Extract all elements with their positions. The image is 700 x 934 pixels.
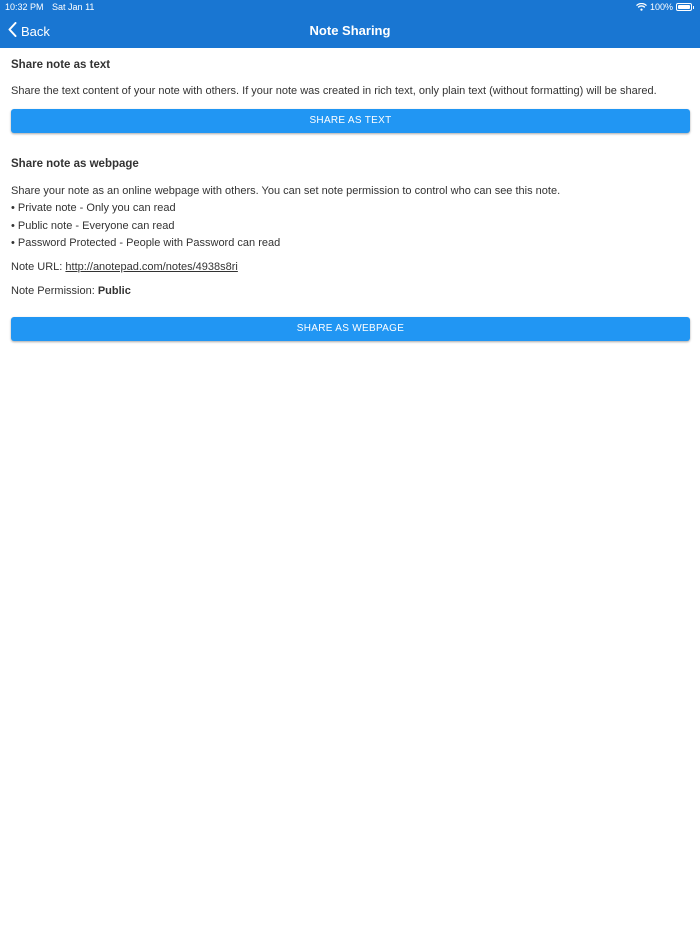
share-as-webpage-button[interactable]: SHARE AS WEBPAGE	[11, 317, 690, 341]
note-url-row: Note URL: http://anotepad.com/notes/4938…	[11, 261, 238, 273]
page-title: Note Sharing	[309, 23, 391, 38]
status-right: 100%	[636, 0, 694, 14]
note-permission-label: Note Permission:	[11, 285, 98, 297]
status-left: 10:32 PM Sat Jan 11	[5, 0, 100, 14]
battery-percent: 100%	[649, 2, 673, 12]
wifi-icon	[636, 3, 647, 11]
share-text-description: Share the text content of your note with…	[11, 85, 657, 97]
note-permission-row: Note Permission: Public	[11, 285, 131, 297]
battery-icon	[676, 3, 692, 11]
battery-tip	[693, 5, 694, 9]
app-header: 10:32 PM Sat Jan 11 100% Back Note Shari…	[0, 0, 700, 48]
note-permission-value: Public	[97, 285, 131, 297]
bullet-private: • Private note - Only you can read	[11, 202, 176, 214]
note-url-link[interactable]: http://anotepad.com/notes/4938s8ri	[65, 261, 237, 273]
bullet-password: • Password Protected - People with Passw…	[11, 237, 281, 249]
permission-bullet-list: • Private note - Only you can read • Pub…	[11, 200, 280, 253]
note-url-label: Note URL:	[11, 261, 66, 273]
share-text-heading: Share note as text	[11, 59, 111, 71]
status-time: 10:32 PM	[5, 2, 44, 12]
status-date: Sat Jan 11	[52, 2, 95, 12]
nav-bar: Back Note Sharing	[0, 14, 700, 48]
share-webpage-description: Share your note as an online webpage wit…	[11, 185, 561, 197]
share-as-text-button[interactable]: SHARE AS TEXT	[11, 109, 690, 133]
share-webpage-heading: Share note as webpage	[11, 158, 139, 170]
bullet-public: • Public note - Everyone can read	[11, 219, 175, 232]
status-bar: 10:32 PM Sat Jan 11 100%	[0, 0, 700, 14]
